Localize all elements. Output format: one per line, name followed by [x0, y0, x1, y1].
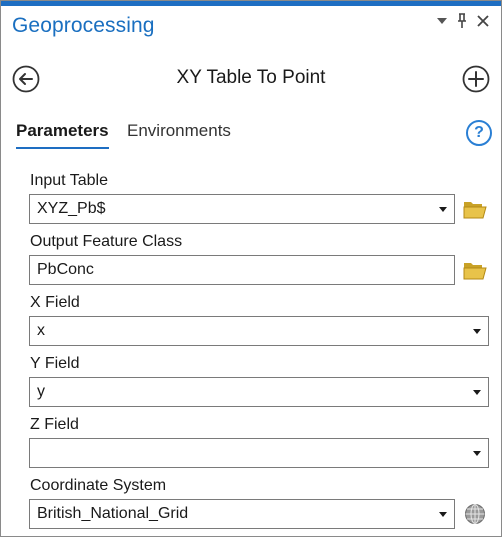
tool-title: XY Table To Point [176, 67, 326, 88]
add-button[interactable] [462, 65, 490, 93]
input-table-label: Input Table [30, 172, 108, 189]
x-field-value: x [37, 322, 45, 339]
pane-title: Geoprocessing [12, 14, 155, 37]
input-table-browse-button[interactable] [463, 198, 487, 220]
input-table-value: XYZ_Pb$ [37, 200, 106, 217]
pane-accent-bar [1, 1, 501, 6]
coordinate-system-select-button[interactable] [463, 503, 487, 525]
chevron-down-icon[interactable] [473, 451, 481, 456]
chevron-down-icon[interactable] [473, 329, 481, 334]
output-feature-class-value: PbConc [37, 261, 94, 278]
y-field-label: Y Field [30, 355, 80, 372]
coordinate-system-label: Coordinate System [30, 477, 167, 494]
output-feature-class-browse-button[interactable] [463, 259, 487, 281]
y-field-value: y [37, 383, 45, 400]
globe-icon [465, 504, 485, 524]
chevron-down-icon[interactable] [439, 512, 447, 517]
geoprocessing-pane: Geoprocessing XY Table To Point Paramete… [0, 0, 502, 537]
pane-title-controls [437, 13, 489, 29]
dropdown-triangle-icon[interactable] [437, 17, 447, 25]
chevron-down-icon[interactable] [439, 207, 447, 212]
tab-parameters[interactable]: Parameters [16, 121, 109, 149]
pin-icon[interactable] [456, 13, 468, 29]
input-table-combobox[interactable]: XYZ_Pb$ [29, 194, 455, 224]
folder-icon [463, 263, 487, 280]
y-field-combobox[interactable]: y [29, 377, 489, 407]
coordinate-system-combobox[interactable]: British_National_Grid [29, 499, 455, 529]
close-icon[interactable] [477, 15, 489, 27]
tab-environments[interactable]: Environments [127, 121, 231, 147]
z-field-label: Z Field [30, 416, 79, 433]
output-feature-class-field[interactable]: PbConc [29, 255, 455, 285]
help-icon[interactable]: ? [466, 120, 492, 146]
z-field-combobox[interactable] [29, 438, 489, 468]
x-field-combobox[interactable]: x [29, 316, 489, 346]
x-field-label: X Field [30, 294, 80, 311]
chevron-down-icon[interactable] [473, 390, 481, 395]
folder-icon [463, 202, 487, 219]
add-circle-icon [462, 65, 490, 93]
output-feature-class-label: Output Feature Class [30, 233, 183, 250]
coordinate-system-value: British_National_Grid [37, 505, 189, 522]
